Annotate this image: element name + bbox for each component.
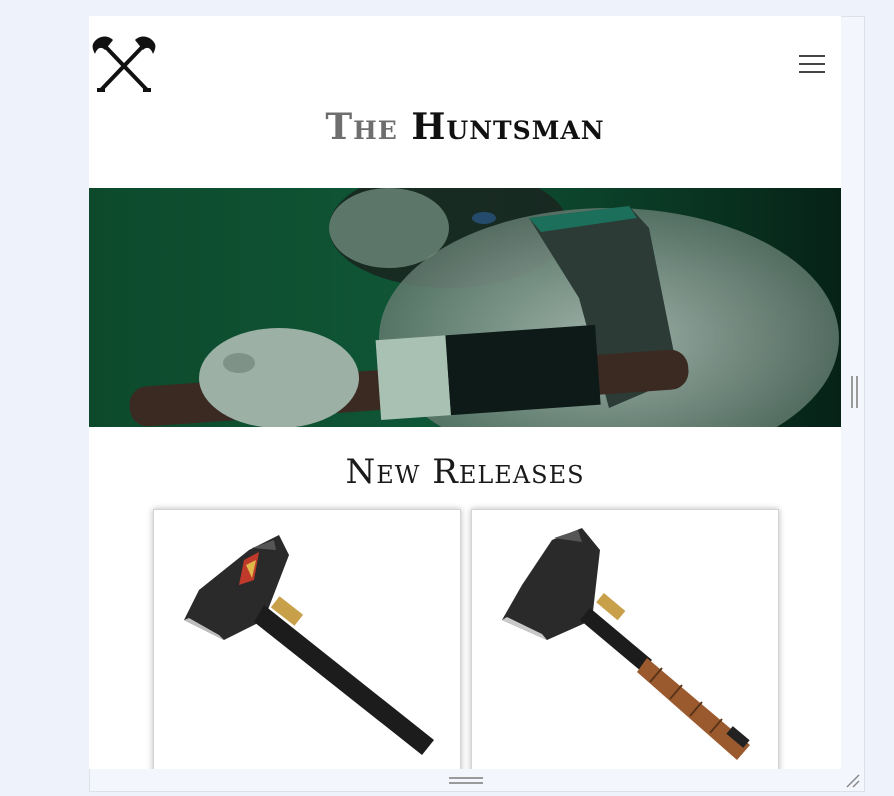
handle-bar — [449, 782, 483, 784]
handle-bar — [856, 376, 858, 408]
bottom-resize-handle[interactable] — [449, 777, 483, 785]
product-card[interactable] — [471, 509, 779, 769]
hamburger-menu-icon[interactable] — [799, 53, 825, 75]
new-releases-heading: New Releases — [345, 452, 585, 492]
page-viewport: The Huntsman New Releases — [89, 16, 841, 769]
handle-bar — [851, 376, 853, 408]
product-card[interactable] — [153, 509, 461, 769]
menu-bar — [799, 63, 825, 65]
site-title: The Huntsman — [89, 106, 841, 148]
menu-bar — [799, 55, 825, 57]
menu-bar — [799, 71, 825, 73]
scroll-handle[interactable] — [851, 376, 858, 408]
black-handle-hatchet-image — [184, 535, 434, 755]
crossed-axes-icon[interactable] — [91, 34, 157, 94]
site-title-part2: Huntsman — [411, 106, 605, 148]
hero-image — [89, 188, 841, 427]
resize-grip-icon[interactable] — [845, 773, 861, 789]
leather-handle-hatchet-image — [502, 528, 750, 760]
handle-bar — [449, 777, 483, 779]
site-title-part1: The — [325, 106, 398, 148]
